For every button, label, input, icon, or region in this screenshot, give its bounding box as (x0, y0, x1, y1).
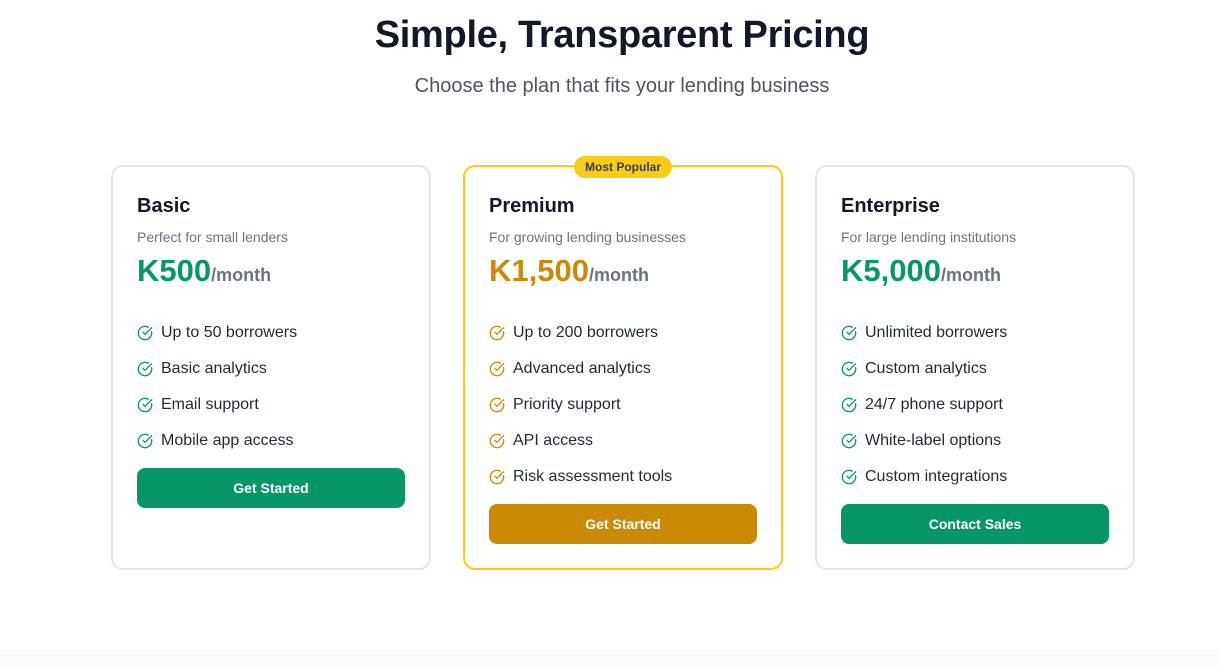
price-period: /month (940, 265, 1001, 285)
feature-label: Advanced analytics (513, 360, 651, 377)
check-circle-icon (489, 433, 505, 449)
feature-item: Priority support (489, 387, 672, 423)
check-circle-icon (137, 361, 153, 377)
check-circle-icon (841, 397, 857, 413)
check-circle-icon (489, 469, 505, 485)
plan-description: For large lending institutions (841, 229, 1017, 245)
price-period: /month (588, 265, 649, 285)
feature-label: Up to 50 borrowers (161, 324, 298, 341)
feature-item: Up to 50 borrowers (137, 315, 297, 351)
plan-card-basic: Basic Perfect for small lenders K500/mon… (111, 165, 431, 570)
next-section-edge (0, 650, 1220, 667)
plan-name: Enterprise (841, 195, 940, 217)
feature-label: Risk assessment tools (513, 468, 673, 485)
feature-item: Risk assessment tools (489, 459, 672, 495)
feature-list: Up to 50 borrowers Basic analytics Email… (137, 315, 297, 459)
plan-price: K5,000/month (841, 253, 1001, 289)
contact-sales-button[interactable]: Contact Sales (841, 504, 1109, 544)
price-amount: K500 (137, 253, 212, 288)
feature-item: Advanced analytics (489, 351, 672, 387)
feature-item: Up to 200 borrowers (489, 315, 672, 351)
plan-name: Premium (489, 195, 575, 217)
price-period: /month (211, 265, 272, 285)
feature-label: API access (513, 432, 594, 449)
feature-label: Mobile app access (161, 432, 294, 449)
plan-price: K500/month (137, 253, 271, 289)
plan-price: K1,500/month (489, 253, 649, 289)
feature-label: Basic analytics (161, 360, 267, 377)
check-circle-icon (841, 325, 857, 341)
pricing-cards: Basic Perfect for small lenders K500/mon… (111, 156, 1135, 570)
feature-item: Custom analytics (841, 351, 1007, 387)
check-circle-icon (841, 469, 857, 485)
feature-label: Email support (161, 396, 259, 413)
plan-description: Perfect for small lenders (137, 229, 288, 245)
get-started-button-basic[interactable]: Get Started (137, 468, 405, 508)
feature-item: Custom integrations (841, 459, 1007, 495)
feature-item: 24/7 phone support (841, 387, 1007, 423)
feature-item: White-label options (841, 423, 1007, 459)
most-popular-badge: Most Popular (573, 156, 673, 178)
feature-label: Unlimited borrowers (865, 324, 1008, 341)
pricing-page: Simple, Transparent Pricing Choose the p… (0, 0, 1220, 667)
feature-list: Unlimited borrowers Custom analytics 24/… (841, 315, 1007, 495)
check-circle-icon (489, 361, 505, 377)
check-circle-icon (841, 433, 857, 449)
feature-item: API access (489, 423, 672, 459)
price-amount: K1,500 (489, 253, 589, 288)
check-circle-icon (137, 397, 153, 413)
plan-card-enterprise: Enterprise For large lending institution… (815, 165, 1135, 570)
feature-item: Basic analytics (137, 351, 297, 387)
check-circle-icon (841, 361, 857, 377)
check-circle-icon (489, 325, 505, 341)
check-circle-icon (489, 397, 505, 413)
page-title: Simple, Transparent Pricing (374, 14, 870, 56)
feature-item: Mobile app access (137, 423, 297, 459)
feature-list: Up to 200 borrowers Advanced analytics P… (489, 315, 672, 495)
feature-label: White-label options (865, 432, 1002, 449)
check-circle-icon (137, 325, 153, 341)
plan-card-premium: Most Popular Premium For growing lending… (463, 156, 783, 570)
feature-label: Custom integrations (865, 468, 1008, 485)
feature-item: Email support (137, 387, 297, 423)
plan-name: Basic (137, 195, 191, 217)
price-amount: K5,000 (841, 253, 941, 288)
feature-label: Up to 200 borrowers (513, 324, 658, 341)
page-subtitle: Choose the plan that fits your lending b… (414, 75, 830, 97)
check-circle-icon (137, 433, 153, 449)
get-started-button-premium[interactable]: Get Started (489, 504, 757, 544)
plan-description: For growing lending businesses (489, 229, 686, 245)
feature-label: Custom analytics (865, 360, 987, 377)
feature-label: Priority support (513, 396, 621, 413)
feature-label: 24/7 phone support (865, 396, 1003, 413)
feature-item: Unlimited borrowers (841, 315, 1007, 351)
